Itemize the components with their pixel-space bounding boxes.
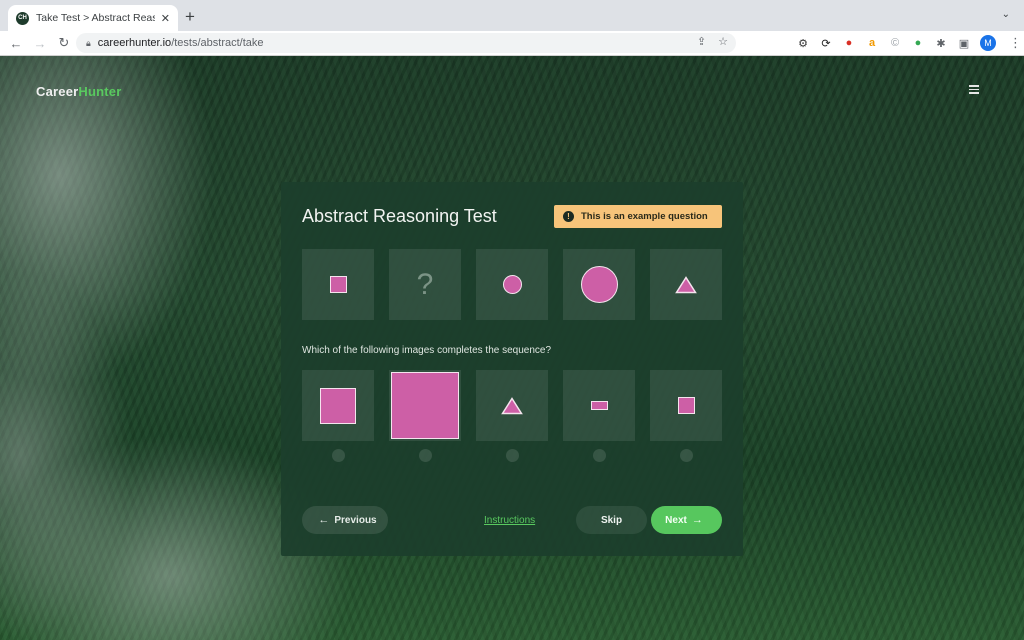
browser-toolbar: ← → ↻ 🔒︎ careerhunter.io/tests/abstract/…	[0, 31, 1024, 56]
browser-tab[interactable]: CH Take Test > Abstract Reasoning ✕	[8, 5, 178, 31]
bookmark-star-icon[interactable]: ☆	[718, 35, 728, 48]
lock-icon: 🔒︎	[86, 37, 91, 48]
extension-copyright-icon[interactable]: ©	[888, 36, 902, 50]
example-question-badge: ! This is an example question	[554, 205, 722, 228]
small-square-shape	[329, 276, 347, 293]
sequence-tile	[476, 249, 548, 320]
instructions-link[interactable]: Instructions	[484, 515, 535, 526]
sequence-tile-missing: ?	[389, 249, 461, 320]
extension-amazon-icon[interactable]: a	[865, 36, 879, 50]
reload-icon[interactable]: ↻	[52, 35, 76, 51]
previous-button[interactable]: ← Previous	[302, 506, 388, 534]
more-menu-icon[interactable]: ⋮	[1009, 35, 1022, 51]
sequence-tile	[302, 249, 374, 320]
page-background: CareerHunter Abstract Reasoning Test ! T…	[0, 56, 1024, 640]
answer-radio-4[interactable]	[592, 449, 606, 462]
sequence-tile	[650, 249, 722, 320]
small-rectangle-shape	[590, 401, 608, 410]
favicon-icon: CH	[16, 11, 29, 25]
url-path: /tests/abstract/take	[171, 37, 264, 49]
share-icon[interactable]: ⇪	[697, 35, 706, 48]
answer-option-2[interactable]	[389, 370, 461, 441]
arrow-right-icon: →	[691, 514, 703, 526]
large-square-shape	[391, 372, 459, 439]
new-tab-icon[interactable]: +	[185, 7, 195, 27]
answer-options	[302, 370, 722, 441]
extension-green-icon[interactable]: ●	[911, 36, 925, 50]
back-icon[interactable]: ←	[4, 36, 28, 51]
tab-title: Take Test > Abstract Reasoning	[36, 12, 155, 24]
arrow-left-icon: ←	[318, 514, 330, 526]
address-bar[interactable]: 🔒︎ careerhunter.io/tests/abstract/take ⇪…	[76, 33, 736, 53]
forward-icon[interactable]: →	[28, 36, 52, 51]
small-triangle-shape	[675, 275, 697, 293]
small-square-shape	[677, 397, 695, 414]
answer-radio-2[interactable]	[418, 449, 432, 462]
close-tab-icon[interactable]: ✕	[161, 12, 170, 25]
url-host: careerhunter.io	[97, 37, 172, 49]
answer-option-4[interactable]	[563, 370, 635, 441]
answer-option-5[interactable]	[650, 370, 722, 441]
sequence-row: ?	[302, 249, 722, 320]
extension-red-icon[interactable]: ●	[842, 36, 856, 50]
tab-search-chevron-icon[interactable]: ⌄	[1002, 9, 1010, 20]
extensions-puzzle-icon[interactable]: ✱	[934, 36, 948, 50]
test-card: Abstract Reasoning Test ! This is an exa…	[281, 182, 743, 556]
extension-sync-icon[interactable]: ⟳	[819, 36, 833, 50]
browser-tab-bar: CH Take Test > Abstract Reasoning ✕ + ⌄	[0, 0, 1024, 31]
answer-radio-group	[302, 449, 722, 462]
answer-option-3[interactable]	[476, 370, 548, 441]
question-text: Which of the following images completes …	[302, 345, 552, 356]
side-panel-icon[interactable]: ▣	[957, 36, 971, 50]
page-title: Abstract Reasoning Test	[302, 206, 497, 226]
careerhunter-logo[interactable]: CareerHunter	[36, 84, 122, 99]
small-triangle-shape	[501, 396, 523, 414]
profile-avatar[interactable]: M	[980, 35, 996, 51]
large-circle-shape	[580, 266, 618, 303]
answer-option-1[interactable]	[302, 370, 374, 441]
alert-icon: !	[563, 211, 574, 222]
answer-radio-1[interactable]	[331, 449, 345, 462]
hamburger-menu-icon[interactable]	[969, 83, 979, 96]
next-button[interactable]: Next →	[651, 506, 722, 534]
medium-square-shape	[320, 387, 356, 424]
answer-radio-3[interactable]	[505, 449, 519, 462]
question-mark-icon: ?	[416, 267, 434, 301]
skip-button[interactable]: Skip	[576, 506, 647, 534]
extension-gear-icon[interactable]: ⚙	[796, 36, 810, 50]
answer-radio-5[interactable]	[679, 449, 693, 462]
sequence-tile	[563, 249, 635, 320]
small-circle-shape	[502, 275, 522, 294]
